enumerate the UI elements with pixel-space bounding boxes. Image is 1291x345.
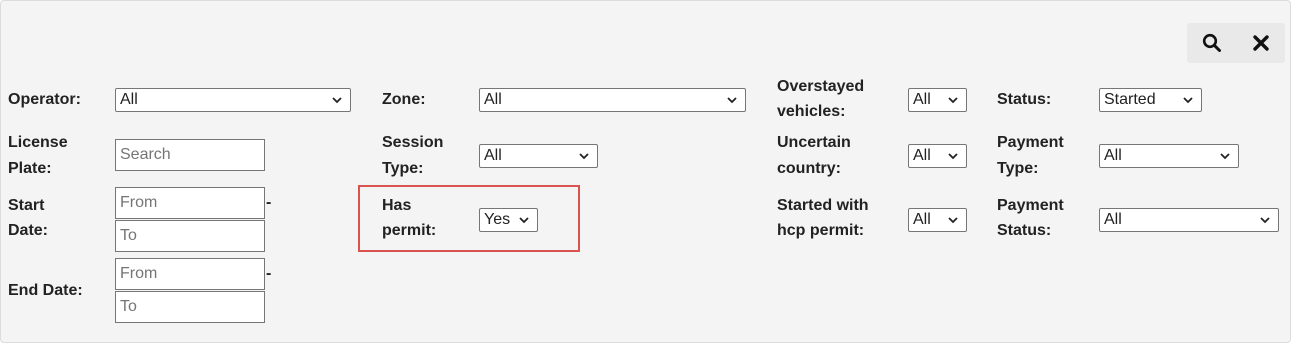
- payment-type-select-value: All: [1104, 147, 1122, 164]
- chevron-down-icon: [1260, 217, 1270, 224]
- zone-select-value: All: [484, 91, 502, 108]
- end-date-label: End Date:: [8, 282, 83, 299]
- started-with-hcp-permit-label-line1: Started with: [777, 197, 869, 214]
- status-label: Status:: [997, 91, 1052, 108]
- uncertain-country-select[interactable]: All: [908, 144, 967, 168]
- chevron-down-icon: [332, 97, 342, 104]
- overstayed-vehicles-label-line1: Overstayed: [777, 78, 865, 95]
- start-date-from-placeholder: From: [120, 194, 158, 211]
- chevron-down-icon: [727, 97, 737, 104]
- payment-type-label-line1: Payment: [997, 134, 1064, 151]
- operator-select[interactable]: All: [115, 88, 351, 112]
- status-select-value: Started: [1104, 91, 1156, 108]
- zone-select[interactable]: All: [479, 88, 746, 112]
- start-date-label-line1: Start: [8, 197, 45, 214]
- search-icon: [1202, 33, 1221, 52]
- uncertain-country-label-line1: Uncertain: [777, 134, 851, 151]
- payment-status-select-value: All: [1104, 211, 1122, 228]
- end-date-to-placeholder: To: [120, 298, 137, 315]
- license-plate-placeholder: Search: [120, 146, 171, 163]
- overstayed-vehicles-select[interactable]: All: [908, 88, 967, 112]
- filter-toolbar: [1187, 23, 1285, 63]
- has-permit-label-line1: Has: [382, 197, 412, 214]
- overstayed-vehicles-label-line2: vehicles:: [777, 103, 846, 120]
- close-button[interactable]: [1236, 23, 1285, 63]
- started-with-hcp-permit-select[interactable]: All: [908, 208, 967, 232]
- chevron-down-icon: [579, 153, 589, 160]
- session-type-select[interactable]: All: [479, 144, 598, 168]
- chevron-down-icon: [1220, 153, 1230, 160]
- payment-status-label-line1: Payment: [997, 197, 1064, 214]
- has-permit-select-value: Yes: [484, 211, 511, 228]
- payment-type-select[interactable]: All: [1099, 144, 1239, 168]
- chevron-down-icon: [948, 153, 958, 160]
- license-plate-label-line2: Plate:: [8, 160, 52, 177]
- chevron-down-icon: [519, 217, 529, 224]
- license-plate-label-line1: License: [8, 134, 68, 151]
- start-date-to-input[interactable]: To: [115, 220, 265, 252]
- start-date-label-line2: Date:: [8, 222, 49, 239]
- session-type-label-line1: Session: [382, 134, 444, 151]
- license-plate-input[interactable]: Search: [115, 139, 265, 171]
- uncertain-country-label-line2: country:: [777, 160, 841, 177]
- end-date-to-input[interactable]: To: [115, 291, 265, 323]
- start-date-from-input[interactable]: From: [115, 187, 265, 219]
- end-date-separator: -: [266, 265, 272, 282]
- start-date-separator: -: [266, 194, 272, 211]
- chevron-down-icon: [948, 97, 958, 104]
- operator-select-value: All: [120, 91, 138, 108]
- payment-status-select[interactable]: All: [1099, 208, 1279, 232]
- started-with-hcp-permit-label-line2: hcp permit:: [777, 222, 865, 239]
- uncertain-country-select-value: All: [913, 147, 931, 164]
- session-type-label-line2: Type:: [382, 160, 424, 177]
- overstayed-vehicles-select-value: All: [913, 91, 931, 108]
- end-date-from-input[interactable]: From: [115, 258, 265, 290]
- end-date-from-placeholder: From: [120, 265, 158, 282]
- session-type-select-value: All: [484, 147, 502, 164]
- operator-label: Operator:: [8, 91, 81, 108]
- search-button[interactable]: [1187, 23, 1236, 63]
- close-icon: [1252, 35, 1269, 51]
- started-with-hcp-permit-select-value: All: [913, 211, 931, 228]
- filter-panel: Operator: All License Plate: Search Star…: [0, 0, 1291, 343]
- payment-type-label-line2: Type:: [997, 160, 1039, 177]
- zone-label: Zone:: [382, 91, 426, 108]
- start-date-to-placeholder: To: [120, 227, 137, 244]
- payment-status-label-line2: Status:: [997, 222, 1052, 239]
- has-permit-label-line2: permit:: [382, 222, 437, 239]
- status-select[interactable]: Started: [1099, 88, 1202, 112]
- has-permit-select[interactable]: Yes: [479, 208, 538, 232]
- chevron-down-icon: [1183, 97, 1193, 104]
- chevron-down-icon: [948, 217, 958, 224]
